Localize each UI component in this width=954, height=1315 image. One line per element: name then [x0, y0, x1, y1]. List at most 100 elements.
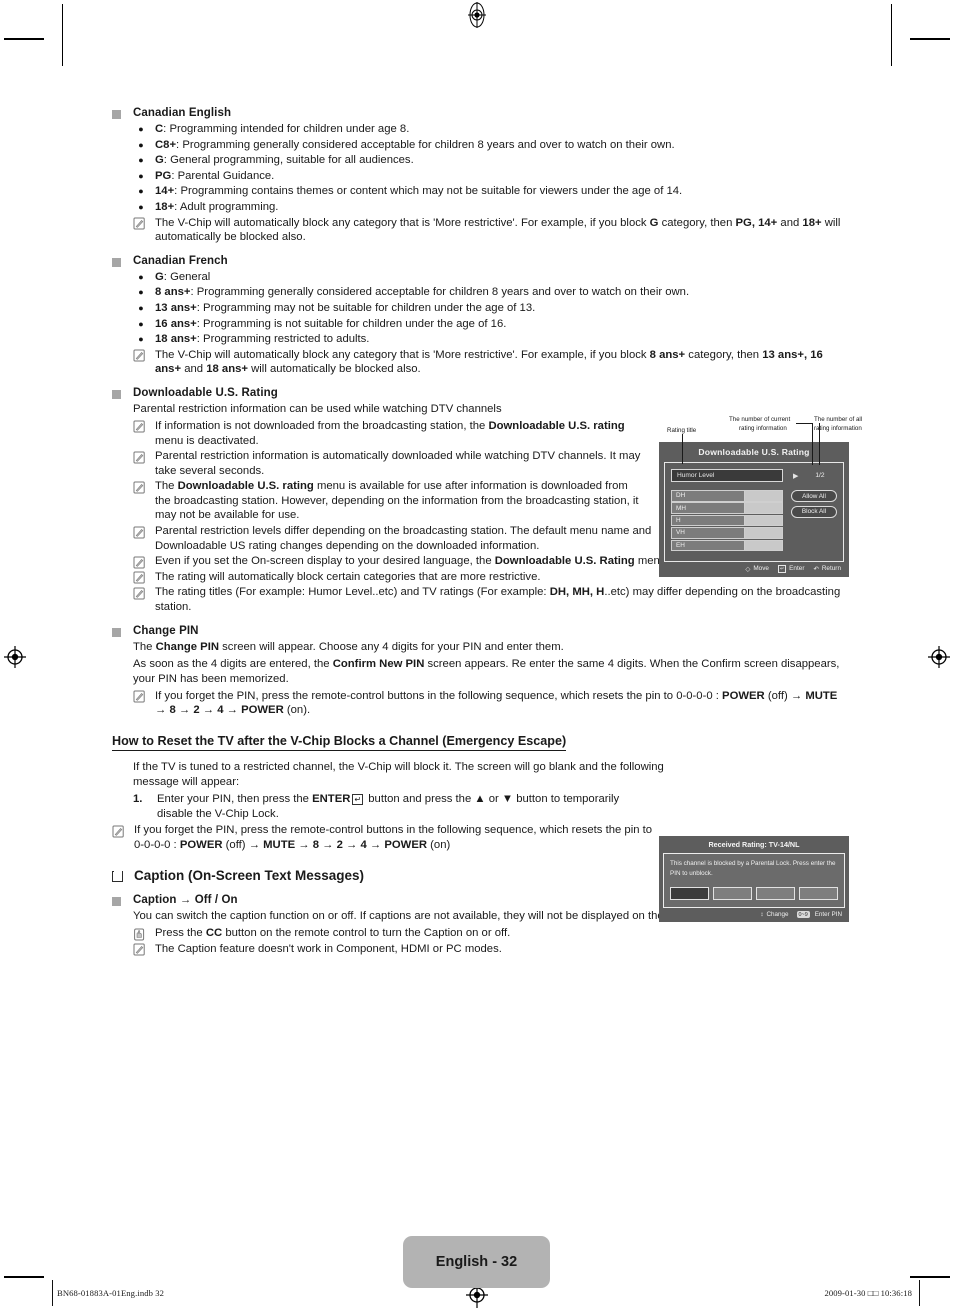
leader-line-rating-title: [682, 434, 683, 464]
table-row[interactable]: MH: [671, 502, 783, 514]
list-item: ● 14+: Programming contains themes or co…: [112, 184, 842, 199]
footer-return: ↶ Return: [813, 565, 841, 573]
osd-panel: Received Rating: TV-14/NL This channel i…: [659, 836, 849, 922]
list-item: ● PG: Parental Guidance.: [112, 169, 842, 184]
heading-label: Downloadable U.S. Rating: [133, 386, 278, 399]
note-text: If you forget the PIN, press the remote-…: [134, 824, 653, 851]
footer-return-label: Return: [821, 565, 841, 573]
dot-bullet-icon: ●: [138, 155, 144, 166]
bullet-text: 18 ans+: Programming restricted to adult…: [155, 333, 370, 346]
footer-move: ◇ Move: [745, 565, 769, 573]
note-item: The Caption feature doesn't work in Comp…: [112, 942, 842, 957]
footer-enter: ↵ Enter: [777, 564, 804, 573]
next-arrow-icon[interactable]: ▶: [793, 472, 798, 480]
note-text: If you forget the PIN, press the remote-…: [155, 689, 838, 717]
pencil-note-icon: [133, 217, 146, 230]
note-item: If information is not downloaded from th…: [112, 419, 643, 448]
footer-change: ↕ Change: [760, 911, 788, 918]
section-heading-downloadable-us-rating: Downloadable U.S. Rating: [112, 386, 842, 400]
list-item: ● 18 ans+: Programming restricted to adu…: [112, 332, 842, 347]
note-item: Press the CC button on the remote contro…: [112, 926, 842, 941]
footer-file-info: BN68-01883A-01Eng.indb 32: [57, 1288, 165, 1298]
numeric-keys-icon: 0~9: [796, 911, 810, 918]
note-text: The rating titles (For example: Humor Le…: [155, 586, 841, 614]
callout-current-line2: rating information: [739, 425, 787, 432]
osd-rating-title-field[interactable]: Humor Level: [671, 469, 783, 482]
table-row[interactable]: VH: [671, 527, 783, 539]
note-text: Press the CC button on the remote contro…: [155, 927, 511, 940]
allow-all-button[interactable]: Allow All: [791, 490, 837, 502]
dot-bullet-icon: ●: [138, 318, 144, 329]
hollow-square-bullet-icon: [112, 869, 123, 883]
dpad-icon: ◇: [745, 565, 751, 573]
list-item: ● 18+: Adult programming.: [112, 200, 842, 215]
table-row[interactable]: H: [671, 514, 783, 527]
osd-grid-wrap: DH MH H VH EH Allow All Block All: [671, 490, 837, 552]
list-item: ● 16 ans+: Programming is not suitable f…: [112, 317, 842, 332]
note-item: Parental restriction levels differ depen…: [112, 524, 653, 553]
pin-digit-box[interactable]: [713, 887, 752, 900]
dot-bullet-icon: ●: [138, 271, 144, 282]
table-row[interactable]: EH: [671, 539, 783, 552]
footer-timestamp: 2009-01-30 □□ 10:36:18: [824, 1288, 912, 1298]
rating-checkbox-cell[interactable]: [745, 490, 783, 502]
note-item: The Downloadable U.S. rating menu is ava…: [112, 479, 643, 523]
list-item: ● G: General programming, suitable for a…: [112, 153, 842, 168]
note-item: The rating titles (For example: Humor Le…: [112, 585, 842, 614]
rating-label: EH: [671, 539, 745, 552]
leader-line-current-horizontal: [796, 423, 813, 424]
note-item: If you forget the PIN, press the remote-…: [112, 689, 842, 718]
bullet-text: C8+: Programming generally considered ac…: [155, 138, 675, 151]
osd-callout-labels: Rating title The number of current ratin…: [659, 412, 862, 465]
osd-downloadable-rating-figure: Rating title The number of current ratin…: [659, 412, 862, 577]
table-row[interactable]: DH: [671, 490, 783, 502]
footer-enter-pin: 0~9 Enter PIN: [796, 911, 842, 918]
pencil-note-icon: [133, 690, 146, 703]
pin-digit-box[interactable]: [756, 887, 795, 900]
heading-label: Change PIN: [133, 624, 199, 637]
rating-checkbox-cell[interactable]: [745, 539, 783, 552]
bullet-text: 16 ans+: Programming is not suitable for…: [155, 317, 507, 330]
note-text: If information is not downloaded from th…: [155, 419, 625, 447]
footer-move-label: Move: [753, 565, 769, 573]
heading-label: Canadian French: [133, 254, 228, 267]
pin-digit-box[interactable]: [799, 887, 838, 900]
dot-bullet-icon: ●: [138, 302, 144, 313]
press-button-icon: [133, 928, 146, 941]
pencil-note-icon: [133, 943, 146, 956]
pencil-note-icon: [133, 481, 146, 494]
dot-bullet-icon: ●: [138, 170, 144, 181]
page-number-tab: English - 32: [403, 1236, 550, 1288]
dot-bullet-icon: ●: [138, 139, 144, 150]
enter-icon: ↵: [777, 564, 787, 573]
rating-checkbox-cell[interactable]: [745, 502, 783, 514]
rating-label: DH: [671, 490, 745, 502]
pin-entry-row[interactable]: [670, 887, 838, 900]
note-text: The V-Chip will automatically block any …: [155, 348, 823, 376]
osd-blocked-message: This channel is blocked by a Parental Lo…: [670, 860, 836, 877]
osd-side-buttons: Allow All Block All: [791, 490, 837, 552]
block-all-button[interactable]: Block All: [791, 505, 837, 518]
osd-panel: Downloadable U.S. Rating Humor Level ▶ 1…: [659, 442, 849, 577]
pin-digit-box[interactable]: [670, 887, 709, 900]
pencil-note-icon: [133, 556, 146, 569]
note-item: If you forget the PIN, press the remote-…: [112, 823, 657, 852]
dot-bullet-icon: ●: [138, 201, 144, 212]
note-item: Parental restriction information is auto…: [112, 449, 643, 478]
bullet-text: C: Programming intended for children und…: [155, 123, 410, 135]
section-heading-change-pin: Change PIN: [112, 624, 842, 638]
osd-selected-row[interactable]: Humor Level ▶ 1/2: [671, 469, 837, 482]
return-icon: ↶: [813, 565, 819, 573]
callout-current-line1: The number of current: [729, 416, 791, 423]
note-text: The V-Chip will automatically block any …: [155, 216, 841, 244]
pencil-note-icon: [133, 587, 146, 600]
square-bullet-icon: [112, 110, 121, 119]
rating-checkbox-cell[interactable]: [745, 514, 783, 527]
section-heading-canadian-english: Canadian English: [112, 106, 842, 120]
dot-bullet-icon: ●: [138, 334, 144, 345]
rating-checkbox-cell[interactable]: [745, 527, 783, 539]
osd-footer-bar: ↕ Change 0~9 Enter PIN: [659, 908, 849, 922]
heading-label: Canadian English: [133, 107, 232, 119]
bullet-text: PG: Parental Guidance.: [155, 169, 275, 182]
note-item: The V-Chip will automatically block any …: [112, 348, 842, 377]
